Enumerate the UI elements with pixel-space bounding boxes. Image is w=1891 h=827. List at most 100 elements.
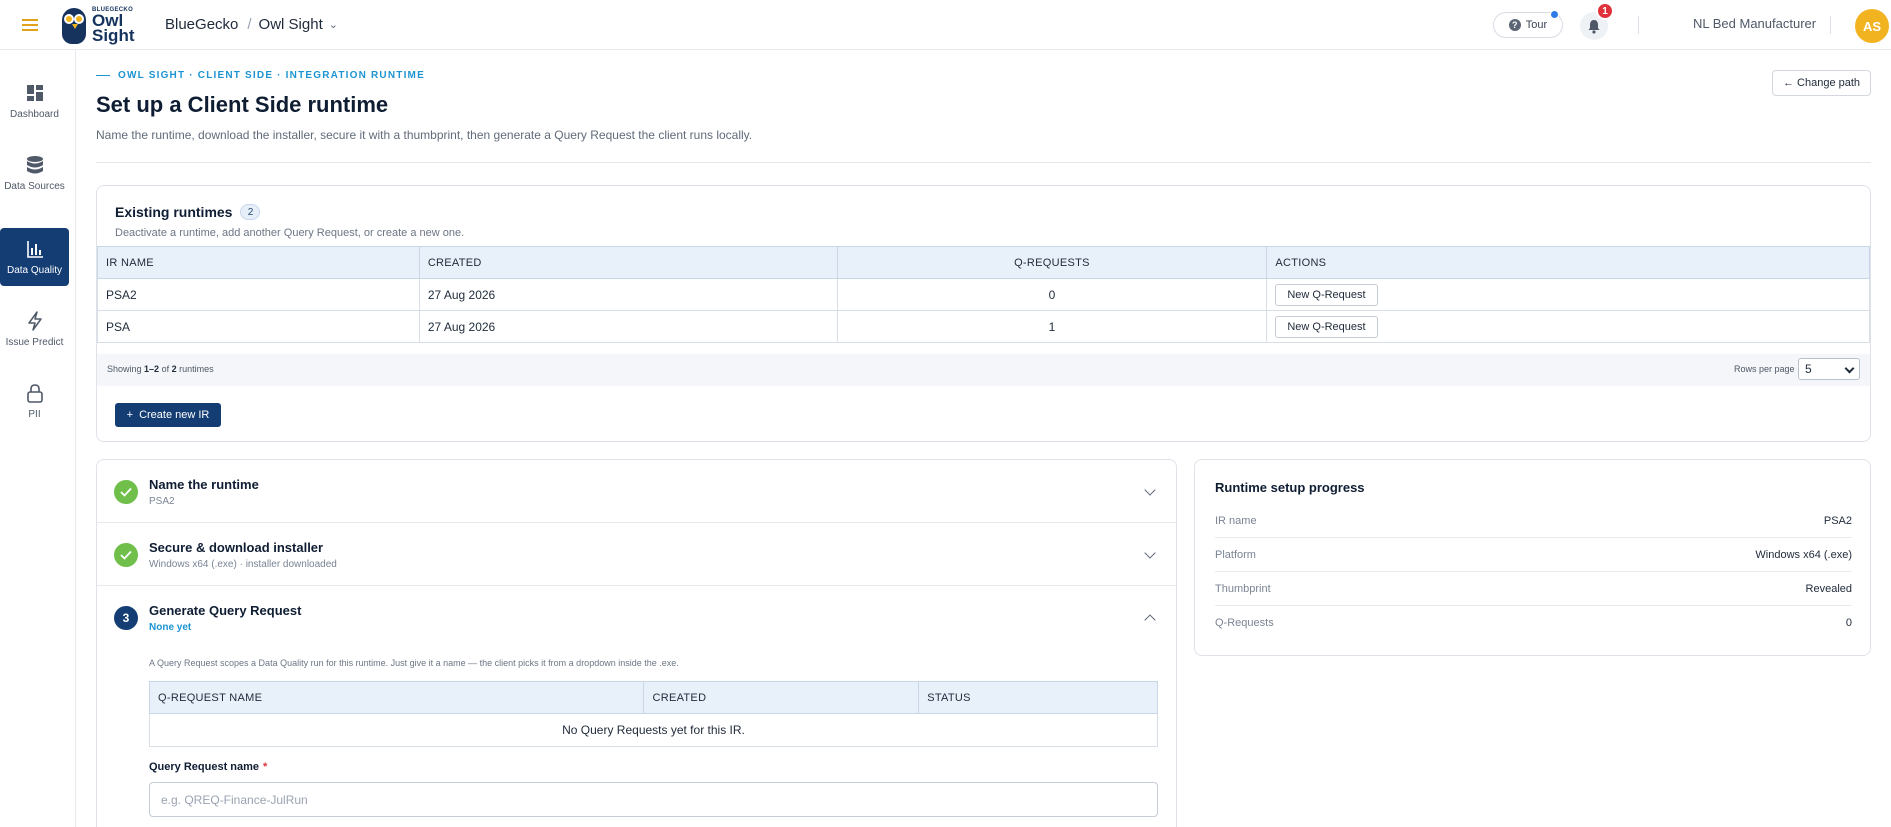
check-icon	[114, 480, 138, 504]
dashboard-icon	[25, 83, 45, 103]
runtimes-subtitle: Deactivate a runtime, add another Query …	[115, 227, 465, 239]
create-new-ir-button[interactable]: + Create new IR	[115, 403, 221, 427]
step-title: Name the runtime	[149, 477, 259, 492]
pagination-summary: Showing 1–2 of 2 runtimes	[107, 364, 214, 374]
breadcrumb-product[interactable]: Owl Sight	[259, 16, 323, 33]
sidebar-item-dashboard[interactable]: Dashboard	[0, 72, 69, 130]
column-header-q-requests[interactable]: Q-REQUESTS	[836, 246, 1268, 279]
created-cell: 27 Aug 2026	[418, 310, 838, 343]
step-generate-query-request[interactable]: 3 Generate Query Request None yet	[97, 586, 1176, 649]
ir-name-cell: PSA	[97, 310, 420, 343]
runtimes-count-badge: 2	[240, 204, 261, 220]
rows-per-page-select[interactable]: 5	[1798, 358, 1860, 380]
empty-state-text: No Query Requests yet for this IR.	[149, 713, 1158, 747]
query-request-description: A Query Request scopes a Data Quality ru…	[149, 658, 679, 668]
actions-cell: New Q-Request	[1266, 310, 1870, 343]
help-icon: ?	[1508, 19, 1521, 31]
created-cell: 27 Aug 2026	[418, 278, 838, 311]
query-request-name-label: Query Request name *	[149, 761, 268, 773]
step-name-runtime[interactable]: Name the runtime PSA2	[97, 460, 1176, 523]
breadcrumb-separator: /	[247, 16, 252, 33]
logo[interactable]: BLUEGECKO Owl Sight	[60, 2, 150, 48]
runtimes-title: Existing runtimes	[115, 204, 233, 220]
new-q-request-button[interactable]: New Q-Request	[1275, 283, 1378, 306]
change-path-button[interactable]: ← Change path	[1772, 70, 1871, 96]
bell-icon	[1588, 19, 1600, 34]
sidebar-item-label: PII	[28, 408, 41, 420]
table-row: PSA 27 Aug 2026 1 New Q-Request	[97, 310, 1870, 343]
progress-row-ir-name: IR name PSA2	[1215, 504, 1852, 538]
lock-icon	[25, 383, 45, 403]
chevron-down-icon[interactable]	[1144, 547, 1156, 559]
chevron-up-icon[interactable]	[1144, 614, 1156, 626]
sidebar-item-label: Issue Predict	[5, 336, 64, 348]
sidebar-item-pii[interactable]: PII	[0, 372, 69, 430]
header-divider	[1830, 16, 1831, 34]
empty-row: No Query Requests yet for this IR.	[149, 713, 1158, 747]
progress-row-q-requests: Q-Requests 0	[1215, 617, 1852, 629]
column-header-q-request-name[interactable]: Q-REQUEST NAME	[148, 681, 645, 714]
q-requests-cell: 0	[836, 278, 1268, 311]
menu-toggle-button[interactable]	[0, 0, 60, 50]
sidebar-item-data-quality[interactable]: Data Quality	[0, 228, 69, 286]
hamburger-icon	[22, 18, 38, 31]
lightning-icon	[25, 310, 45, 331]
q-requests-cell: 1	[836, 310, 1268, 343]
column-header-created[interactable]: CREATED	[418, 246, 838, 279]
create-new-ir-label: Create new IR	[139, 409, 210, 421]
step-meta: None yet	[149, 622, 192, 633]
page-subtitle: Name the runtime, download the installer…	[96, 128, 753, 142]
notifications-button[interactable]: 1	[1580, 2, 1614, 40]
column-header-ir-name[interactable]: IR NAME	[97, 246, 420, 279]
tour-button[interactable]: ? Tour	[1493, 10, 1563, 38]
header-divider	[1638, 16, 1639, 34]
breadcrumb: BlueGecko / Owl Sight ⌄	[165, 16, 338, 33]
rows-per-page-label: Rows per page	[1734, 364, 1795, 374]
step-title: Secure & download installer	[149, 540, 324, 555]
actions-cell: New Q-Request	[1266, 278, 1870, 311]
step-meta: Windows x64 (.exe) · installer downloade…	[149, 559, 337, 570]
owl-logo-icon	[60, 4, 88, 46]
chevron-down-icon[interactable]: ⌄	[329, 18, 338, 31]
progress-title: Runtime setup progress	[1215, 480, 1365, 495]
bar-chart-icon	[25, 239, 45, 259]
step-title: Generate Query Request	[149, 603, 302, 618]
eyebrow-text: OWL SIGHT · CLIENT SIDE · INTEGRATION RU…	[118, 70, 425, 81]
chevron-down-icon[interactable]	[1144, 484, 1156, 496]
user-avatar[interactable]: AS	[1855, 9, 1889, 43]
progress-row-platform: Platform Windows x64 (.exe)	[1215, 538, 1852, 572]
sidebar-item-label: Dashboard	[10, 108, 59, 120]
sidebar-item-data-sources[interactable]: Data Sources	[0, 144, 69, 202]
step-number-badge: 3	[114, 606, 138, 630]
divider	[96, 162, 1871, 163]
breadcrumb-org[interactable]: BlueGecko	[165, 16, 238, 33]
column-header-created[interactable]: CREATED	[643, 681, 920, 714]
setup-steps-card: Name the runtime PSA2 Secure & download …	[96, 459, 1177, 827]
database-icon	[25, 155, 45, 175]
page-title: Set up a Client Side runtime	[96, 92, 389, 117]
step-secure-download[interactable]: Secure & download installer Windows x64 …	[97, 523, 1176, 586]
runtimes-table: IR NAME CREATED Q-REQUESTS ACTIONS PSA2 …	[97, 246, 1870, 343]
ir-name-cell: PSA2	[97, 278, 420, 311]
query-requests-table: Q-REQUEST NAME CREATED STATUS No Query R…	[148, 681, 1158, 747]
existing-runtimes-card: Existing runtimes 2 Deactivate a runtime…	[96, 185, 1871, 442]
query-request-name-input[interactable]	[149, 782, 1158, 817]
tour-label: Tour	[1525, 19, 1548, 31]
column-header-actions: ACTIONS	[1266, 246, 1870, 279]
sidebar-item-issue-predict[interactable]: Issue Predict	[0, 300, 69, 358]
runtime-progress-card: Runtime setup progress IR name PSA2 Platf…	[1194, 459, 1871, 656]
table-footer: Showing 1–2 of 2 runtimes Rows per page …	[97, 354, 1870, 386]
new-q-request-button[interactable]: New Q-Request	[1275, 315, 1378, 338]
step-meta: PSA2	[149, 496, 175, 507]
tour-indicator-dot	[1550, 10, 1559, 19]
sidebar-item-label: Data Sources	[4, 180, 65, 192]
table-row: PSA2 27 Aug 2026 0 New Q-Request	[97, 278, 1870, 311]
sidebar-item-label: Data Quality	[6, 264, 63, 276]
check-icon	[114, 543, 138, 567]
notification-count-badge: 1	[1596, 2, 1614, 20]
progress-row-thumbprint: Thumbprint Revealed	[1215, 572, 1852, 606]
tenant-name[interactable]: NL Bed Manufacturer	[1693, 16, 1816, 31]
plus-icon: +	[126, 409, 134, 421]
column-header-status[interactable]: STATUS	[918, 681, 1158, 714]
sidebar: Dashboard Data Sources Data Quality Issu…	[0, 50, 76, 827]
